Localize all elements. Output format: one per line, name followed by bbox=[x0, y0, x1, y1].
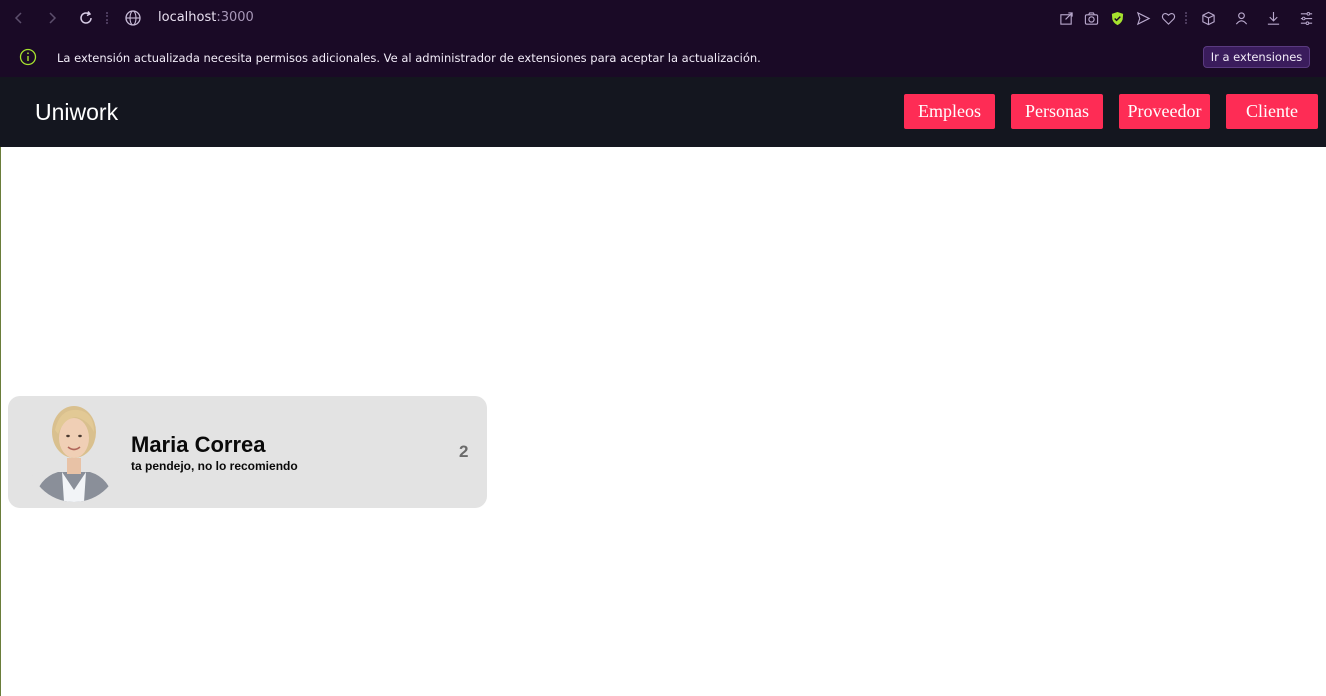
brand-logo[interactable]: Uniwork bbox=[35, 99, 118, 126]
forward-button[interactable] bbox=[41, 7, 63, 29]
url-port: :3000 bbox=[216, 10, 254, 25]
extension-banner: La extensión actualizada necesita permis… bbox=[0, 37, 1326, 77]
info-icon bbox=[19, 48, 37, 66]
send-icon[interactable] bbox=[1135, 10, 1151, 26]
nav-empleos-button[interactable]: Empleos bbox=[904, 94, 995, 129]
back-button[interactable] bbox=[8, 7, 30, 29]
toolbar-divider bbox=[1185, 12, 1187, 24]
chevron-left-icon bbox=[14, 12, 22, 24]
nav-personas-button[interactable]: Personas bbox=[1011, 94, 1103, 129]
toolbar-divider bbox=[106, 12, 108, 24]
nav-cliente-button[interactable]: Cliente bbox=[1226, 94, 1318, 129]
reload-button[interactable] bbox=[75, 7, 97, 29]
address-bar[interactable]: localhost:3000 bbox=[158, 10, 254, 25]
settings-sliders-icon[interactable] bbox=[1298, 10, 1314, 26]
download-icon[interactable] bbox=[1265, 10, 1281, 26]
rating-count: 2 bbox=[459, 442, 469, 461]
url-host: localhost bbox=[158, 10, 217, 25]
share-icon[interactable] bbox=[1058, 10, 1074, 26]
heart-icon[interactable] bbox=[1160, 10, 1176, 26]
person-name: Maria Correa bbox=[131, 432, 266, 457]
cube-icon[interactable] bbox=[1200, 10, 1216, 26]
browser-toolbar: localhost:3000 bbox=[0, 0, 1326, 37]
avatar bbox=[28, 402, 120, 502]
nav-proveedor-button[interactable]: Proveedor bbox=[1119, 94, 1210, 129]
chevron-right-icon bbox=[49, 12, 57, 24]
reload-icon bbox=[80, 11, 92, 24]
person-description: ta pendejo, no lo recomiendo bbox=[131, 459, 298, 473]
app-header: Uniwork Empleos Personas Proveedor Clien… bbox=[0, 77, 1326, 147]
globe-icon bbox=[125, 10, 141, 26]
go-to-extensions-button[interactable]: Ir a extensiones bbox=[1203, 46, 1310, 68]
person-card[interactable]: Maria Correa ta pendejo, no lo recomiend… bbox=[8, 396, 487, 508]
camera-icon[interactable] bbox=[1083, 10, 1099, 26]
user-icon[interactable] bbox=[1233, 10, 1249, 26]
page-edge-line bbox=[0, 147, 1, 696]
banner-message: La extensión actualizada necesita permis… bbox=[57, 51, 761, 65]
shield-icon[interactable] bbox=[1109, 10, 1125, 26]
